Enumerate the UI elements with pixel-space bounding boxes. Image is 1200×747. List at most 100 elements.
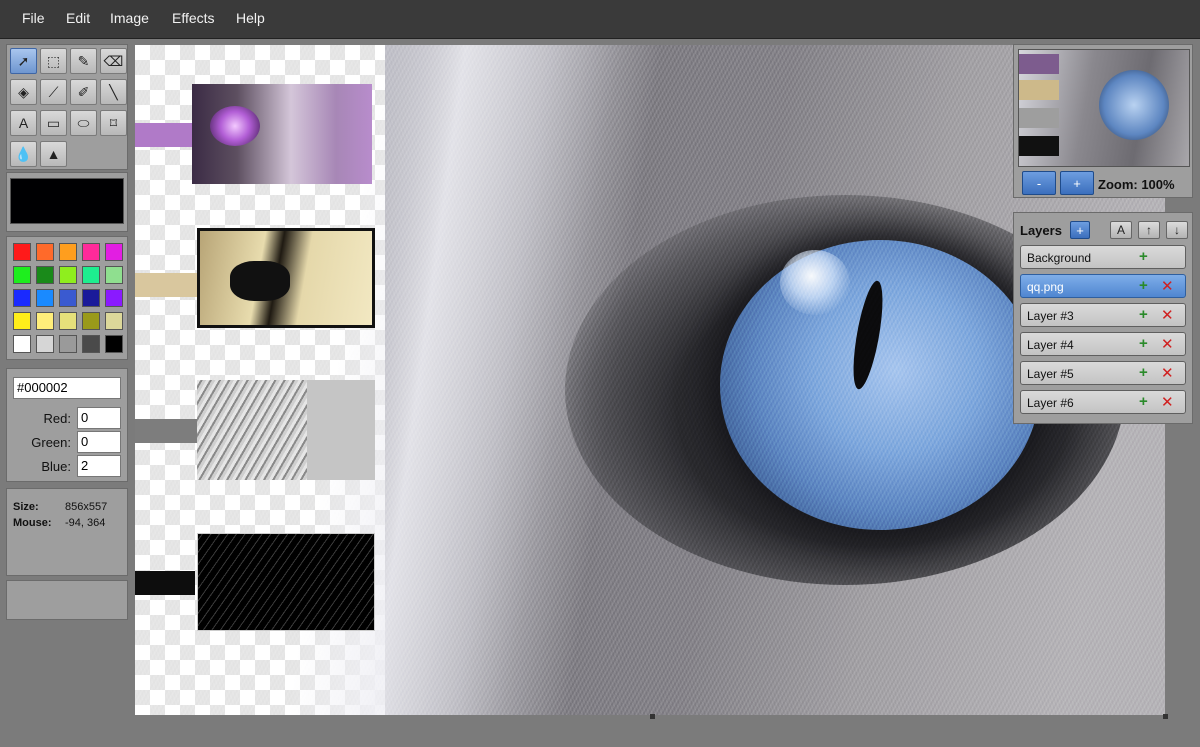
palette-swatch[interactable] xyxy=(36,335,54,353)
eyedropper-icon[interactable]: ⟋ xyxy=(40,79,67,105)
layer-visibility-plus-icon[interactable]: + xyxy=(1139,364,1148,381)
eraser-icon[interactable]: ⌫ xyxy=(100,48,127,74)
layer-item[interactable]: Layer #5 + ✕ xyxy=(1020,361,1186,385)
extra-panel xyxy=(6,580,128,620)
palette-swatch[interactable] xyxy=(13,312,31,330)
palette-swatch[interactable] xyxy=(59,289,77,307)
palette-swatch[interactable] xyxy=(36,289,54,307)
color-values-panel: #000002 Red: 0 Green: 0 Blue: 2 xyxy=(6,368,128,482)
sepia-strip xyxy=(135,273,197,297)
palette-swatch[interactable] xyxy=(36,243,54,261)
palette-swatch[interactable] xyxy=(82,243,100,261)
palette-swatch[interactable] xyxy=(105,243,123,261)
layer-visibility-plus-icon[interactable]: + xyxy=(1139,335,1148,352)
palette-swatch[interactable] xyxy=(105,289,123,307)
palette-swatch[interactable] xyxy=(13,243,31,261)
sharpen-icon[interactable]: ▲ xyxy=(40,141,67,167)
layer-item[interactable]: Layer #3 + ✕ xyxy=(1020,303,1186,327)
layer-visibility-plus-icon[interactable]: + xyxy=(1139,306,1148,323)
green-input[interactable]: 0 xyxy=(77,431,121,453)
current-color-swatch[interactable] xyxy=(10,178,124,224)
palette-swatch[interactable] xyxy=(105,335,123,353)
add-layer-button[interactable]: + xyxy=(1070,221,1090,239)
mouse-label: Mouse: xyxy=(13,517,52,529)
spray-icon[interactable]: ⌑ xyxy=(100,110,127,136)
layer-visibility-plus-icon[interactable]: + xyxy=(1139,393,1148,410)
palette-swatch[interactable] xyxy=(82,289,100,307)
palette-swatch[interactable] xyxy=(13,266,31,284)
purple-strip xyxy=(135,123,195,147)
purple-filter-thumbnail xyxy=(192,84,372,184)
edge-detect-thumbnail xyxy=(197,533,375,631)
layer-name: Layer #5 xyxy=(1027,367,1074,381)
zoom-out-button[interactable]: - xyxy=(1022,171,1056,195)
line-icon[interactable]: ╲ xyxy=(100,79,127,105)
image-canvas[interactable] xyxy=(135,45,1165,715)
palette-swatch[interactable] xyxy=(82,266,100,284)
palette-swatch[interactable] xyxy=(13,289,31,307)
palette-swatch[interactable] xyxy=(82,335,100,353)
navigator-preview[interactable] xyxy=(1018,49,1190,167)
zoom-in-button[interactable]: + xyxy=(1060,171,1094,195)
palette-swatch[interactable] xyxy=(36,312,54,330)
posterize-thumbnail xyxy=(197,228,375,328)
red-input[interactable]: 0 xyxy=(77,407,121,429)
brush-icon[interactable]: ✐ xyxy=(70,79,97,105)
blue-input[interactable]: 2 xyxy=(77,455,121,477)
layer-visibility-plus-icon[interactable]: + xyxy=(1139,248,1148,265)
rectangle-icon[interactable]: ▭ xyxy=(40,110,67,136)
layer-item[interactable]: qq.png + ✕ xyxy=(1020,274,1186,298)
layer-item[interactable]: Layer #4 + ✕ xyxy=(1020,332,1186,356)
menu-edit[interactable]: Edit xyxy=(66,10,90,26)
layer-visibility-plus-icon[interactable]: + xyxy=(1139,277,1148,294)
palette-swatch[interactable] xyxy=(13,335,31,353)
palette-swatch[interactable] xyxy=(36,266,54,284)
delete-layer-icon[interactable]: ✕ xyxy=(1161,306,1174,324)
ellipse-icon[interactable]: ⬭ xyxy=(70,110,97,136)
menu-effects[interactable]: Effects xyxy=(172,10,215,26)
size-label: Size: xyxy=(13,501,39,513)
palette-swatch[interactable] xyxy=(59,335,77,353)
delete-layer-icon[interactable]: ✕ xyxy=(1161,277,1174,295)
fill-bucket-icon[interactable]: ◈ xyxy=(10,79,37,105)
layer-name: Layer #3 xyxy=(1027,309,1074,323)
palette-swatch[interactable] xyxy=(105,312,123,330)
palette-swatch[interactable] xyxy=(59,312,77,330)
current-color-panel xyxy=(6,172,128,232)
delete-layer-icon[interactable]: ✕ xyxy=(1161,335,1174,353)
select-arrow-icon[interactable]: ➚ xyxy=(10,48,37,74)
move-layer-down-button[interactable]: ↓ xyxy=(1166,221,1188,239)
layer-name: Background xyxy=(1027,251,1092,265)
layer-name: qq.png xyxy=(1027,280,1064,294)
blur-drop-icon[interactable]: 💧 xyxy=(10,141,37,167)
palette-swatch[interactable] xyxy=(59,266,77,284)
mouse-value: -94, 364 xyxy=(65,517,106,529)
layer-a-button[interactable]: A xyxy=(1110,221,1132,239)
menu-bar: File Edit Image Effects Help xyxy=(0,0,1200,39)
palette-swatch[interactable] xyxy=(59,243,77,261)
move-layer-up-button[interactable]: ↑ xyxy=(1138,221,1160,239)
layer-item[interactable]: Background + xyxy=(1020,245,1186,269)
layer-item[interactable]: Layer #6 + ✕ xyxy=(1020,390,1186,414)
delete-layer-icon[interactable]: ✕ xyxy=(1161,364,1174,382)
layer-name: Layer #4 xyxy=(1027,338,1074,352)
size-value: 856x557 xyxy=(65,501,108,513)
menu-file[interactable]: File xyxy=(22,10,45,26)
rect-select-icon[interactable]: ⬚ xyxy=(40,48,67,74)
black-strip xyxy=(135,571,195,595)
info-panel: Size: 856x557 Mouse: -94, 364 xyxy=(6,488,128,576)
resize-handle-corner[interactable] xyxy=(1163,714,1168,719)
palette-swatch[interactable] xyxy=(82,312,100,330)
navigator-panel: - + Zoom: 100% xyxy=(1013,44,1193,198)
delete-layer-icon[interactable]: ✕ xyxy=(1161,393,1174,411)
menu-image[interactable]: Image xyxy=(110,10,149,26)
menu-help[interactable]: Help xyxy=(236,10,265,26)
hex-color-input[interactable]: #000002 xyxy=(13,377,121,399)
emboss-thumbnail xyxy=(197,380,375,480)
resize-handle-bottom[interactable] xyxy=(650,714,655,719)
magic-wand-icon[interactable]: ✎ xyxy=(70,48,97,74)
palette-swatch[interactable] xyxy=(105,266,123,284)
layer-name: Layer #6 xyxy=(1027,396,1074,410)
text-icon[interactable]: A xyxy=(10,110,37,136)
palette-panel xyxy=(6,236,128,360)
